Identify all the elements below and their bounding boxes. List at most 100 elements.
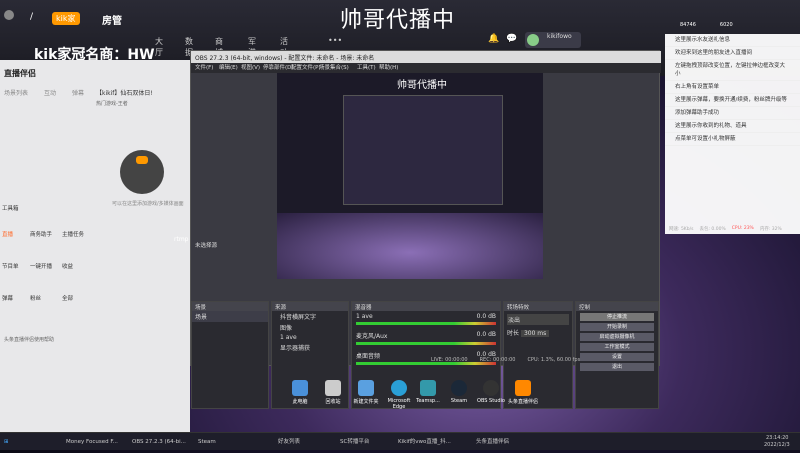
tool-danmu[interactable]: 弹幕 xyxy=(2,294,13,302)
chat-icon[interactable]: 💬 xyxy=(506,34,517,44)
controls-dock: 控制 停止推流 开始录制 启动虚拟摄像机 工作室模式 设置 退出 xyxy=(575,301,659,409)
source-item[interactable]: 1 ave xyxy=(272,333,348,342)
obs-icon xyxy=(483,380,499,396)
rec-time: REC: 00:00:00 xyxy=(479,357,516,363)
menu-help[interactable]: 帮助(H) xyxy=(379,63,398,71)
desktop-icon-teamspeak[interactable]: Teamsp... xyxy=(413,380,443,404)
user-chip[interactable]: kikifowo xyxy=(525,32,581,48)
add-icon xyxy=(136,156,148,164)
channel-name: 桌面音频 xyxy=(356,353,381,360)
menu-file[interactable]: 文件(F) xyxy=(195,63,213,71)
exit-button[interactable]: 退出 xyxy=(580,363,654,371)
fan-badge: kik家 xyxy=(52,12,80,25)
desktop-icon-steam[interactable]: Steam xyxy=(444,380,474,404)
settings-button[interactable]: 设置 xyxy=(580,353,654,361)
channel-db: 0.0 dB xyxy=(476,331,496,338)
tab-danmu[interactable]: 弹幕 xyxy=(72,88,84,97)
help-link[interactable]: 头条直播伴侣使用帮助 xyxy=(4,336,54,343)
tool-quickstart[interactable]: 一键开播 xyxy=(30,262,52,270)
menu-view[interactable]: 视图(V) xyxy=(241,63,260,71)
desktop-icon-folder[interactable]: 新建文件夹 xyxy=(351,380,381,405)
net-loss: 丢包: 0.00% xyxy=(699,227,726,232)
task-item[interactable]: SC转播平台 xyxy=(340,436,369,448)
scenes-dock: 场景 场景 xyxy=(191,301,269,409)
nav-hall[interactable]: 大厅 xyxy=(155,36,163,58)
left-tabs: 场景列表 互动 弹幕 xyxy=(4,88,84,97)
net-mem: 内存: 32% xyxy=(759,227,782,232)
source-item[interactable]: 抖音横屏文字 xyxy=(272,311,348,322)
channel-name: 麦克风/Aux xyxy=(356,333,388,340)
menu-dock[interactable]: 停靠部件(D) xyxy=(263,63,294,71)
virtual-cam-button[interactable]: 启动虚拟摄像机 xyxy=(580,333,654,341)
tab-interact[interactable]: 互动 xyxy=(44,88,56,97)
add-source-circle[interactable] xyxy=(120,150,164,194)
tool-program[interactable]: 节目单 xyxy=(2,262,19,270)
chat-line: 左键拖拽顶部改变位置，左键拉伸边框改变大小 xyxy=(665,60,800,81)
desktop-icon-obs[interactable]: OBS Studio xyxy=(476,380,506,404)
scenes-header: 场景 xyxy=(192,302,268,311)
mixer-channel: 麦克风/Aux 0.0 dB xyxy=(352,329,500,349)
menu-scenecoll[interactable]: 场景集合(S) xyxy=(319,63,349,71)
tool-task[interactable]: 主播任务 xyxy=(62,230,84,238)
steam-icon xyxy=(451,380,467,396)
menu-tools[interactable]: 工具(T) xyxy=(357,63,376,71)
tool-income[interactable]: 收益 xyxy=(62,262,73,270)
task-item[interactable]: Kikif的vwo直播_抖... xyxy=(398,436,451,448)
desktop-icon-pc[interactable]: 此电脑 xyxy=(285,380,315,405)
start-icon[interactable]: ⊞ xyxy=(4,436,9,448)
tab-scenes[interactable]: 场景列表 xyxy=(4,88,28,97)
desktop-icon-companion[interactable]: 头条直播伴侣 xyxy=(508,380,538,405)
menu-profile[interactable]: 配置文件(P) xyxy=(291,63,321,71)
nested-preview xyxy=(343,95,503,205)
duration-label: 时长 xyxy=(507,330,520,337)
mixer-header: 混音器 xyxy=(352,302,500,311)
taskbar: ⊞ Money Focused F... OBS 27.2.3 (64-bi..… xyxy=(0,432,800,450)
stop-stream-button[interactable]: 停止推流 xyxy=(580,313,654,321)
start-record-button[interactable]: 开始录制 xyxy=(580,323,654,331)
chat-line: 这里展示水友送礼信息 xyxy=(665,34,800,47)
stream-title: 帅哥代播中 xyxy=(340,8,456,33)
rtmp-label: rtmp xyxy=(174,236,189,243)
chat-line: 点菜单可设置小礼物屏蔽 xyxy=(665,133,800,146)
chat-line: 这里展示弹幕，要换开通/续费，粉丝牌升级等 xyxy=(665,94,800,107)
volume-meter[interactable] xyxy=(356,322,496,325)
studio-mode-button[interactable]: 工作室模式 xyxy=(580,343,654,351)
desktop-icon-edge[interactable]: Microsoft Edge xyxy=(384,380,414,410)
volume-meter[interactable] xyxy=(356,342,496,345)
obs-preview[interactable]: 帅哥代播中 xyxy=(277,73,543,279)
chat-line: 添加弹幕助手成功 xyxy=(665,107,800,120)
stats-row: 84746 6020 xyxy=(680,22,733,28)
scene-label: 热门游戏-王者 xyxy=(96,101,128,107)
danmu-panel: 这里展示水友送礼信息 欢迎来到这里的朋友进入直播间 左键拖拽顶部改变位置，左键拉… xyxy=(665,34,800,234)
task-item[interactable]: Steam xyxy=(198,436,216,448)
user-avatar xyxy=(527,34,539,46)
sources-header: 来源 xyxy=(272,302,348,311)
recycle-bin-icon xyxy=(325,380,341,396)
scene-item[interactable]: 场景 xyxy=(192,311,268,322)
source-item[interactable]: 显示器捕获 xyxy=(272,342,348,353)
preview-title: 帅哥代播中 xyxy=(397,80,447,91)
task-item[interactable]: OBS 27.2.3 (64-bi... xyxy=(132,436,186,448)
tool-fans[interactable]: 粉丝 xyxy=(30,294,41,302)
task-item[interactable]: 好友列表 xyxy=(278,436,300,448)
brand-label: 直播伴侣 xyxy=(4,69,36,78)
tool-live[interactable]: 直播 xyxy=(2,230,13,238)
transitions-header: 转场特效 xyxy=(504,302,572,311)
task-item[interactable]: 头条直播伴侣 xyxy=(476,436,509,448)
chat-line: 这里展示你收到的礼物、道具 xyxy=(665,120,800,133)
duration-input[interactable]: 300 ms xyxy=(520,330,550,337)
bell-icon[interactable]: 🔔 xyxy=(488,34,499,44)
desktop-icon-recycle[interactable]: 回收站 xyxy=(318,380,348,405)
avatar xyxy=(4,10,14,20)
nav-more[interactable]: ••• xyxy=(328,36,342,45)
source-item[interactable]: 图像 xyxy=(272,322,348,333)
tool-all[interactable]: 全部 xyxy=(62,294,73,302)
obs-titlebar: OBS 27.2.3 (64-bit, windows) - 配置文件: 未命名… xyxy=(191,51,661,63)
tool-biz[interactable]: 商务助手 xyxy=(30,230,52,238)
cpu-fps: CPU: 1.3%, 60.00 fps xyxy=(527,357,581,363)
transition-select[interactable]: 淡出 xyxy=(507,314,569,325)
stat-likes: 6020 xyxy=(719,22,733,28)
menu-edit[interactable]: 编辑(E) xyxy=(219,63,238,71)
date-label: 【kikif】仙石双体日! xyxy=(96,90,153,97)
task-item[interactable]: Money Focused F... xyxy=(66,436,118,448)
